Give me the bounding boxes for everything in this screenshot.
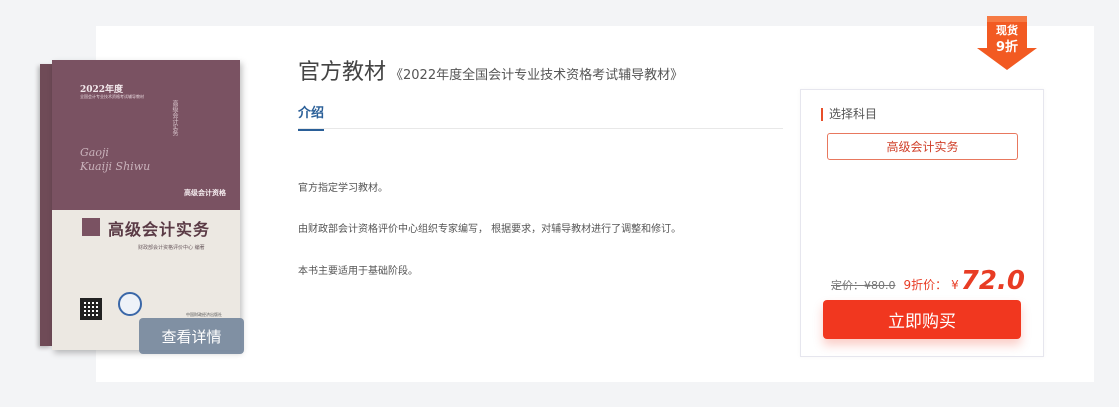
qr-code-icon xyxy=(80,298,102,320)
purchase-panel: 选择科目 高级会计实务 定价：¥80.0 9折价： ¥ 72.0 立即购买 xyxy=(800,89,1044,357)
view-details-button[interactable]: 查看详情 xyxy=(139,318,244,354)
description-line: 本书主要适用于基础阶段。 xyxy=(298,266,418,277)
product-title-row: 官方教材 《2022年度全国会计专业技术资格考试辅导教材》 xyxy=(298,54,683,86)
book-pinyin-line2: Kuaiji Shiwu xyxy=(80,160,151,173)
discount-price: 72.0 xyxy=(960,266,1025,296)
book-cover-image[interactable]: 2022年度 全国会计专业技术资格考试辅导教材 Gaoji Kuaiji Shi… xyxy=(40,60,240,350)
book-title: 高级会计实务 xyxy=(108,220,211,239)
book-level-tag: 高级会计资格 xyxy=(184,189,226,197)
book-square-mark xyxy=(82,218,100,236)
book-pinyin-line1: Gaoji xyxy=(80,146,109,159)
book-front: 2022年度 全国会计专业技术资格考试辅导教材 Gaoji Kuaiji Shi… xyxy=(52,60,240,350)
subject-option-button[interactable]: 高级会计实务 xyxy=(827,133,1018,160)
book-vertical-title: 高级会计实务 xyxy=(171,100,178,136)
select-subject-label: 选择科目 xyxy=(821,108,877,121)
original-price: 定价：¥80.0 xyxy=(831,279,896,292)
price-row: 定价：¥80.0 9折价： ¥ 72.0 xyxy=(831,268,1025,294)
tab-bar: 介绍 xyxy=(298,102,783,131)
currency-symbol: ¥ xyxy=(951,278,959,292)
description-line: 官方指定学习教材。 xyxy=(298,183,388,194)
book-pinyin: Gaoji Kuaiji Shiwu xyxy=(80,146,160,174)
book-author: 财政部会计资格评价中心 编著 xyxy=(138,245,205,251)
discount-badge: 现货 9折 xyxy=(975,14,1039,72)
product-title: 官方教材 xyxy=(298,60,387,85)
badge-line2: 9折 xyxy=(995,40,1019,55)
book-spine xyxy=(40,64,52,346)
tab-introduction[interactable]: 介绍 xyxy=(298,102,325,131)
discount-price-label: 9折价： xyxy=(903,278,948,292)
product-subtitle: 《2022年度全国会计专业技术资格考试辅导教材》 xyxy=(390,68,684,83)
description-line: 由财政部会计资格评价中心组织专家编写， 根据要求，对辅导教材进行了调整和修订。 xyxy=(298,224,682,235)
book-series: 全国会计专业技术资格考试辅导教材 xyxy=(80,94,144,99)
publisher-logo-icon xyxy=(118,292,142,316)
buy-now-button[interactable]: 立即购买 xyxy=(823,300,1021,339)
